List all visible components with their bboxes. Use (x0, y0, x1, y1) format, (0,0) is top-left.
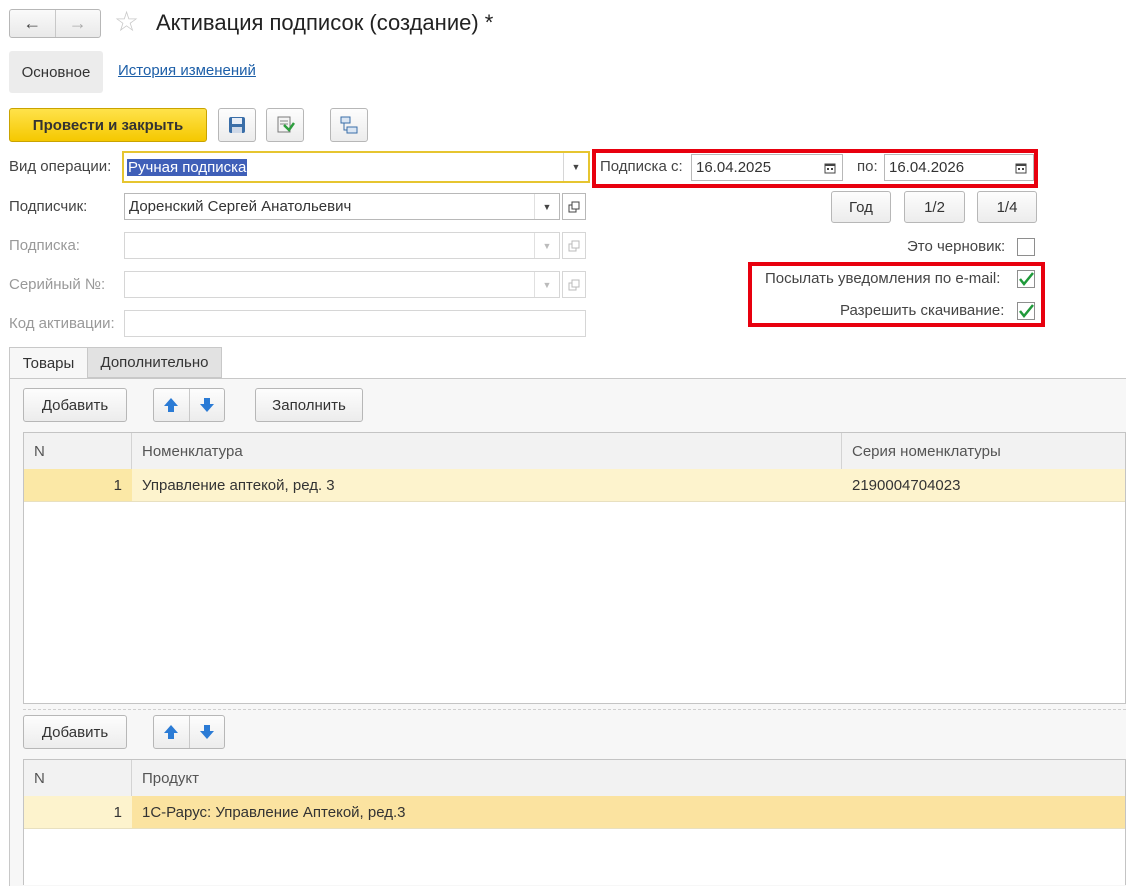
sub-to-date-input[interactable]: 16.04.2026 (884, 154, 1034, 181)
dropdown-arrow-icon[interactable]: ▼ (534, 194, 559, 219)
draft-label: Это черновик: (907, 238, 1006, 255)
hierarchy-icon (340, 116, 358, 134)
column-header-n[interactable]: N (24, 433, 132, 469)
activation-code-input[interactable] (124, 310, 586, 337)
activation-label: Код активации: (9, 315, 115, 332)
calendar-icon[interactable] (818, 155, 842, 180)
row-series: 2190004704023 (852, 476, 961, 494)
period-quarter-button[interactable]: 1/4 (977, 191, 1037, 223)
dropdown-arrow-icon[interactable]: ▼ (563, 153, 588, 181)
move-down-icon[interactable] (188, 716, 225, 748)
tab-main[interactable]: Основное (9, 51, 103, 93)
sub-from-label: Подписка с: (600, 158, 683, 175)
tab-goods[interactable]: Товары (9, 347, 88, 379)
table-row[interactable]: 1 1С-Рарус: Управление Аптекой, ред.3 (24, 796, 1125, 829)
subscriber-value: Доренский Сергей Анатольевич (129, 198, 352, 215)
page-title: Активация подписок (создание) * (156, 10, 494, 35)
products-table: N Продукт 1 1С-Рарус: Управление Аптекой… (23, 759, 1126, 885)
row-number: 1 (24, 796, 132, 828)
sub-from-date-input[interactable]: 16.04.2025 (691, 154, 843, 181)
period-half-button[interactable]: 1/2 (904, 191, 965, 223)
favorite-star-icon[interactable]: ☆ (114, 7, 139, 37)
sub-from-value: 16.04.2025 (696, 159, 772, 176)
row-product: 1С-Рарус: Управление Аптекой, ред.3 (142, 803, 406, 821)
subscription-label: Подписка: (9, 237, 80, 254)
row-number: 1 (24, 469, 132, 501)
download-label: Разрешить скачивание: (840, 302, 1005, 319)
move-up-icon[interactable] (154, 716, 189, 748)
products-move-buttons (153, 715, 225, 749)
post-button[interactable] (266, 108, 304, 142)
operation-value: Ручная подписка (127, 158, 248, 176)
open-subscription-button[interactable] (562, 232, 586, 259)
dropdown-arrow-icon[interactable]: ▼ (534, 272, 559, 297)
checkmark-icon (1019, 272, 1034, 286)
open-window-icon (568, 279, 580, 290)
products-add-button[interactable]: Добавить (23, 715, 127, 749)
lower-tabs: Товары Дополнительно (9, 347, 1126, 379)
download-checkbox[interactable] (1017, 302, 1035, 320)
operation-select[interactable]: Ручная подписка ▼ (122, 151, 590, 183)
serial-label: Серийный №: (9, 276, 106, 293)
dropdown-arrow-icon[interactable]: ▼ (534, 233, 559, 258)
email-checkbox[interactable] (1017, 270, 1035, 288)
post-document-icon (277, 116, 295, 133)
move-up-icon[interactable] (154, 389, 189, 421)
goods-fill-button[interactable]: Заполнить (255, 388, 363, 422)
post-and-close-button[interactable]: Провести и закрыть (9, 108, 207, 142)
draft-checkbox[interactable] (1017, 238, 1035, 256)
goods-table: N Номенклатура Серия номенклатуры 1 Упра… (23, 432, 1126, 704)
sub-to-value: 16.04.2026 (889, 159, 965, 176)
column-header-n[interactable]: N (24, 760, 132, 796)
tab-history[interactable]: История изменений (118, 62, 256, 79)
nav-buttons: ← → (9, 9, 101, 38)
subscriber-select[interactable]: Доренский Сергей Анатольевич ▼ (124, 193, 560, 220)
move-down-icon[interactable] (188, 389, 225, 421)
open-serial-button[interactable] (562, 271, 586, 298)
sub-to-label: по: (857, 158, 878, 175)
calendar-icon[interactable] (1009, 155, 1033, 180)
subscription-select[interactable]: ▼ (124, 232, 560, 259)
email-label: Посылать уведомления по e-mail: (765, 270, 1001, 287)
splitter[interactable] (23, 709, 1126, 710)
back-arrow-icon[interactable]: ← (10, 10, 55, 37)
operation-label: Вид операции: (9, 158, 112, 175)
period-year-button[interactable]: Год (831, 191, 891, 223)
table-header: N Номенклатура Серия номенклатуры (24, 433, 1125, 470)
goods-move-buttons (153, 388, 225, 422)
serial-select[interactable]: ▼ (124, 271, 560, 298)
column-header-series[interactable]: Серия номенклатуры (842, 433, 1126, 469)
checkmark-icon (1019, 304, 1034, 318)
column-header-product[interactable]: Продукт (132, 760, 1126, 796)
save-button[interactable] (218, 108, 256, 142)
open-subscriber-button[interactable] (562, 193, 586, 220)
table-row[interactable]: 1 Управление аптекой, ред. 3 21900047040… (24, 469, 1125, 502)
tab-extra[interactable]: Дополнительно (88, 347, 222, 378)
row-nomenclature: Управление аптекой, ред. 3 (142, 476, 335, 494)
subscriber-label: Подписчик: (9, 198, 88, 215)
save-icon (229, 117, 245, 133)
goods-add-button[interactable]: Добавить (23, 388, 127, 422)
table-header: N Продукт (24, 760, 1125, 797)
open-window-icon (568, 201, 580, 212)
structure-button[interactable] (330, 108, 368, 142)
forward-arrow-icon[interactable]: → (54, 10, 101, 37)
open-window-icon (568, 240, 580, 251)
column-header-nomenclature[interactable]: Номенклатура (132, 433, 842, 469)
